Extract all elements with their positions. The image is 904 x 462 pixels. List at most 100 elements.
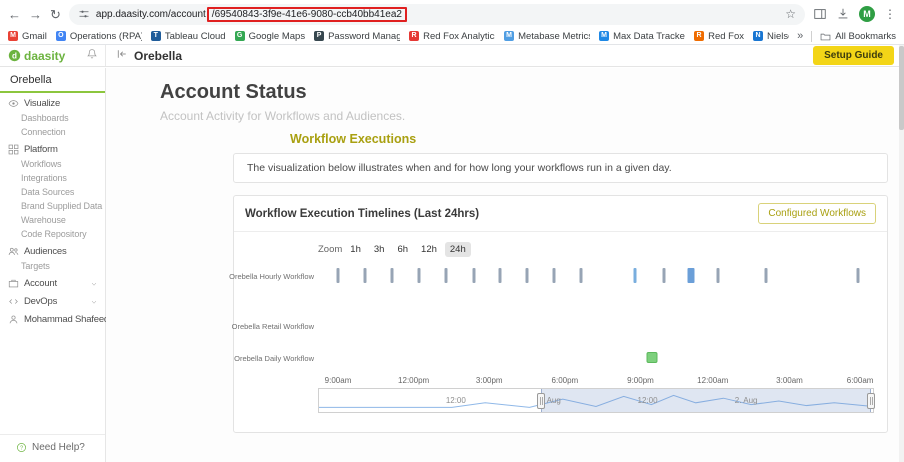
bookmark-item-metabase-metrics-li[interactable]: MMetabase Metrics Li...	[504, 31, 590, 42]
bookmark-item-max-data-tracker[interactable]: MMax Data Tracker -...	[599, 31, 685, 42]
daasity-logo[interactable]: d daasity	[8, 49, 65, 63]
bookmark-item-gmail[interactable]: MGmail	[8, 31, 47, 42]
side-panel-icon[interactable]	[813, 7, 827, 21]
bookmark-item-red-fox[interactable]: RRed Fox	[694, 31, 744, 42]
bookmark-label: Operations (RPA) | T...	[70, 31, 142, 42]
chart-navigator[interactable]: 12:001. Aug12:002. Aug	[318, 388, 874, 413]
app-header: d daasity Orebella Setup Guide	[0, 45, 904, 67]
bookmark-favicon: R	[409, 31, 419, 41]
bookmark-label: Tableau Cloud	[165, 31, 226, 42]
profile-avatar[interactable]: M	[859, 6, 875, 22]
zoom-button-12h[interactable]: 12h	[416, 242, 442, 257]
sidebar-item-integrations[interactable]: Integrations	[0, 171, 105, 185]
grid-icon	[8, 144, 19, 155]
setup-guide-button[interactable]: Setup Guide	[813, 46, 894, 65]
info-card: The visualization below illustrates when…	[233, 153, 888, 183]
category-label-orebella-retail-workflow: Orebella Retail Workflow	[232, 322, 314, 331]
zoom-button-1h[interactable]: 1h	[345, 242, 366, 257]
sidebar-account-name[interactable]: Orebella	[0, 68, 105, 93]
bookmarks-overflow-icon[interactable]: »	[797, 30, 803, 42]
sidebar-group-label: Audiences	[24, 246, 67, 257]
bookmark-favicon: G	[235, 31, 245, 41]
account-page-title: Orebella	[134, 49, 182, 63]
hourly-run-mark	[662, 268, 665, 283]
bookmark-item-password-manager-f[interactable]: PPassword Manager f...	[314, 31, 400, 42]
bookmark-label: Red Fox	[708, 31, 744, 42]
sidebar-item-targets[interactable]: Targets	[0, 259, 105, 273]
bookmark-label: Gmail	[22, 31, 47, 42]
hourly-run-mark	[526, 268, 529, 283]
need-help-button[interactable]: ? Need Help?	[0, 434, 105, 462]
page-subtitle: Account Activity for Workflows and Audie…	[160, 109, 904, 123]
menu-icon[interactable]: ⋮	[884, 7, 896, 21]
hourly-run-mark	[633, 268, 636, 283]
chart-plot-area: 9:00am12:00pm3:00pm6:00pm9:00pm12:00am3:…	[318, 236, 874, 428]
reload-icon[interactable]: ↻	[50, 8, 61, 21]
bookmark-item-red-fox-analytics[interactable]: R Red Fox Analytics	[409, 31, 495, 42]
sidebar-item-workflows[interactable]: Workflows	[0, 157, 105, 171]
all-bookmarks-label: All Bookmarks	[835, 31, 896, 42]
bookmark-label: Red Fox Analytics	[423, 31, 495, 42]
collapse-sidebar-icon[interactable]	[116, 47, 128, 65]
x-axis-label: 9:00pm	[627, 376, 654, 385]
brand-wordmark: daasity	[24, 49, 65, 63]
zoom-button-24h[interactable]: 24h	[445, 242, 471, 257]
sidebar-item-data-sources[interactable]: Data Sources	[0, 185, 105, 199]
x-axis-label: 12:00am	[697, 376, 728, 385]
sidebar-item-code-repository[interactable]: Code Repository	[0, 227, 105, 241]
bookmark-item-tableau-cloud[interactable]: TTableau Cloud	[151, 31, 226, 42]
all-bookmarks-button[interactable]: All Bookmarks	[820, 31, 896, 42]
sidebar-group-label: Visualize	[24, 98, 60, 109]
need-help-label: Need Help?	[32, 442, 85, 453]
bookmark-item-google-maps[interactable]: GGoogle Maps	[235, 31, 306, 42]
bookmark-star-icon[interactable]: ☆	[785, 7, 796, 21]
bookmark-item-nielseniq-discover[interactable]: NNielsenIQ Discover	[753, 31, 789, 42]
x-axis-label: 12:00pm	[398, 376, 429, 385]
navigator-handle-right[interactable]	[867, 393, 875, 409]
sidebar-item-warehouse[interactable]: Warehouse	[0, 213, 105, 227]
navigator-selection[interactable]	[541, 389, 871, 412]
workflow-executions-section: Workflow Executions The visualization be…	[233, 132, 888, 433]
navigator-axis-label: 2. Aug	[735, 396, 758, 405]
briefcase-icon	[8, 278, 19, 289]
hourly-run-mark	[417, 268, 420, 283]
navigator-handle-left[interactable]	[537, 393, 545, 409]
sidebar-item-devops[interactable]: DevOps	[0, 291, 105, 309]
hourly-run-mark	[499, 268, 502, 283]
navigator-axis-label: 12:00	[638, 396, 658, 405]
x-axis-label: 6:00pm	[552, 376, 579, 385]
sidebar-item-visualize[interactable]: Visualize	[0, 93, 105, 111]
sidebar-group-label: DevOps	[24, 296, 57, 307]
hourly-run-mark	[764, 268, 767, 283]
hourly-run-mark	[687, 268, 694, 283]
address-bar[interactable]: app.daasity.com/account/69540843-3f9e-41…	[69, 4, 805, 25]
scrollbar-thumb[interactable]	[899, 46, 904, 130]
daasity-logo-mark: d	[8, 49, 21, 62]
notifications-bell-icon[interactable]	[86, 47, 98, 65]
bookmark-label: Metabase Metrics Li...	[518, 31, 590, 42]
sidebar-item-mohammad-shafeeque[interactable]: Mohammad Shafeeque	[0, 309, 105, 327]
url-text: app.daasity.com/account/69540843-3f9e-41…	[96, 7, 407, 22]
sidebar-nav: Visualize DashboardsConnectionPlatformWor…	[0, 93, 105, 327]
sidebar-item-platform[interactable]: Platform	[0, 139, 105, 157]
sidebar-item-account[interactable]: Account	[0, 273, 105, 291]
page-scrollbar[interactable]	[899, 45, 904, 462]
sidebar-group-label: Account	[24, 278, 57, 289]
sidebar-item-dashboards[interactable]: Dashboards	[0, 111, 105, 125]
back-icon[interactable]: ←	[8, 8, 21, 21]
category-label-orebella-hourly-workflow: Orebella Hourly Workflow	[229, 272, 314, 281]
site-settings-icon[interactable]	[78, 8, 90, 20]
configured-workflows-button[interactable]: Configured Workflows	[758, 203, 876, 224]
zoom-button-6h[interactable]: 6h	[392, 242, 413, 257]
forward-icon[interactable]: →	[29, 8, 42, 21]
download-icon[interactable]	[836, 7, 850, 21]
sidebar-item-brand-supplied-data[interactable]: Brand Supplied Data	[0, 199, 105, 213]
zoom-button-3h[interactable]: 3h	[369, 242, 390, 257]
bookmark-item-operations-rpa-t[interactable]: OOperations (RPA) | T...	[56, 31, 142, 42]
bookmark-favicon: P	[314, 31, 324, 41]
timeline-card-header: Workflow Execution Timelines (Last 24hrs…	[234, 196, 887, 232]
toolbar-actions: M ⋮	[813, 6, 896, 22]
x-axis-label: 9:00am	[325, 376, 352, 385]
sidebar-item-connection[interactable]: Connection	[0, 125, 105, 139]
sidebar-item-audiences[interactable]: Audiences	[0, 241, 105, 259]
